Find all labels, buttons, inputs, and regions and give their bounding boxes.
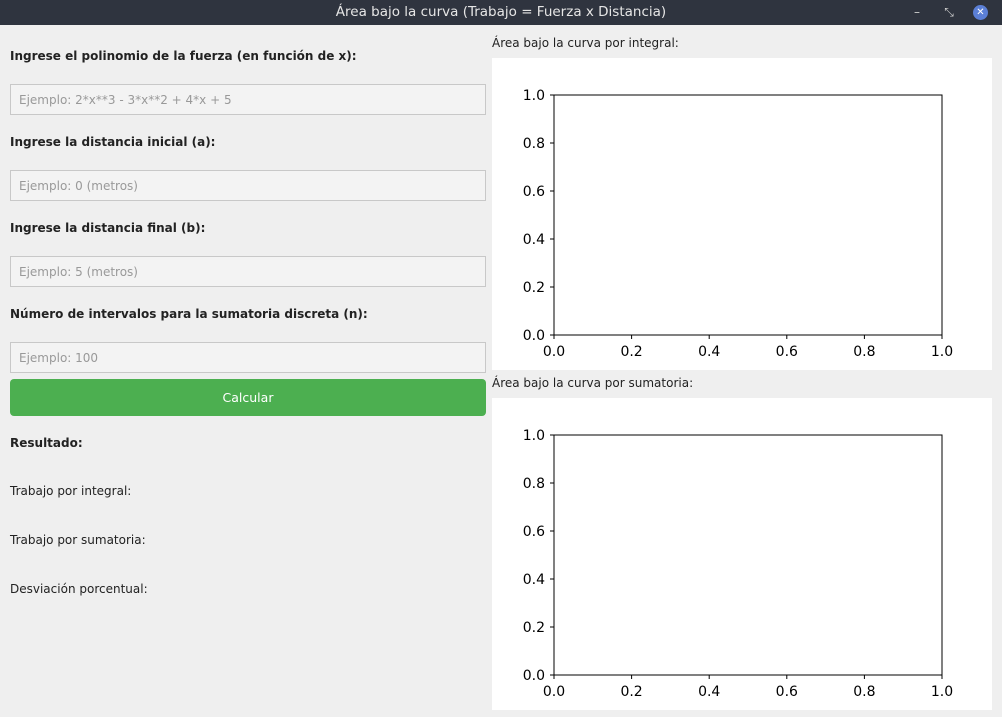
sum-x-tick-label: 1.0 [931,684,953,700]
end-distance-label: Ingrese la distancia final (b): [10,221,206,235]
window-title: Área bajo la curva (Trabajo = Fuerza x D… [335,4,667,20]
start-distance-label: Ingrese la distancia inicial (a): [10,135,216,149]
main-content: Ingrese el polinomio de la fuerza (en fu… [0,25,1002,717]
sum-work-label: Trabajo por sumatoria: [10,533,146,547]
sum-plot: 0.0 0.2 0.4 0.6 0.8 1.0 0.0 0.2 0.4 0.6 0.8 1.0 [523,428,953,700]
sum-x-tick-label: 0.2 [620,684,642,700]
integral-plot: 0.0 0.2 0.4 0.6 0.8 1.0 0.0 0.2 0.4 0.6 0.8 1.0 [523,88,953,360]
integral-plot-panel: 0.0 0.2 0.4 0.6 0.8 1.0 0.0 0.2 0.4 0.6 0.8 1.0 [492,58,992,370]
integral-y-tick-label: 1.0 [523,88,545,104]
sum-y-tick-label: 0.8 [523,476,545,492]
integral-y-tick-label: 0.2 [523,280,545,296]
integral-x-tick-label: 0.8 [853,344,875,360]
integral-x-tick-label: 0.2 [620,344,642,360]
integral-x-tick-label: 0.4 [698,344,720,360]
integral-y-tick-label: 0.0 [523,328,545,344]
integral-y-tick-label: 0.8 [523,136,545,152]
sum-y-tick-label: 1.0 [523,428,545,444]
sum-plot-panel: 0.0 0.2 0.4 0.6 0.8 1.0 0.0 0.2 0.4 0.6 0.8 1.0 [492,398,992,710]
result-heading: Resultado: [10,436,83,450]
intervals-label: Número de intervalos para la sumatoria d… [10,307,368,321]
sum-x-tick-label: 0.6 [776,684,798,700]
start-distance-input[interactable] [10,170,486,201]
integral-y-tick-label: 0.4 [523,232,545,248]
sum-x-tick-label: 0.4 [698,684,720,700]
integral-x-tick-label: 1.0 [931,344,953,360]
polynomial-label: Ingrese el polinomio de la fuerza (en fu… [10,49,357,63]
sum-y-tick-label: 0.6 [523,524,545,540]
maximize-icon[interactable]: ⤡ [942,0,956,25]
integral-plot-title: Área bajo la curva por integral: [492,36,679,50]
deviation-label: Desviación porcentual: [10,582,148,596]
sum-x-tick-label: 0.0 [543,684,565,700]
sum-y-tick-label: 0.4 [523,572,545,588]
sum-x-tick-label: 0.8 [853,684,875,700]
sum-y-tick-label: 0.0 [523,668,545,684]
intervals-input[interactable] [10,342,486,373]
integral-y-tick-label: 0.6 [523,184,545,200]
sum-plot-title: Área bajo la curva por sumatoria: [492,376,694,390]
integral-axes-frame [553,94,943,336]
integral-x-tick-label: 0.0 [543,344,565,360]
minimize-icon[interactable]: – [910,0,924,25]
integral-work-label: Trabajo por integral: [10,484,132,498]
sum-axes-frame [553,434,943,676]
end-distance-input[interactable] [10,256,486,287]
polynomial-input[interactable] [10,84,486,115]
close-icon[interactable]: ✕ [973,5,988,20]
title-bar: Área bajo la curva (Trabajo = Fuerza x D… [0,0,1002,25]
integral-x-tick-label: 0.6 [776,344,798,360]
calculate-button[interactable]: Calcular [10,379,486,416]
sum-y-tick-label: 0.2 [523,620,545,636]
